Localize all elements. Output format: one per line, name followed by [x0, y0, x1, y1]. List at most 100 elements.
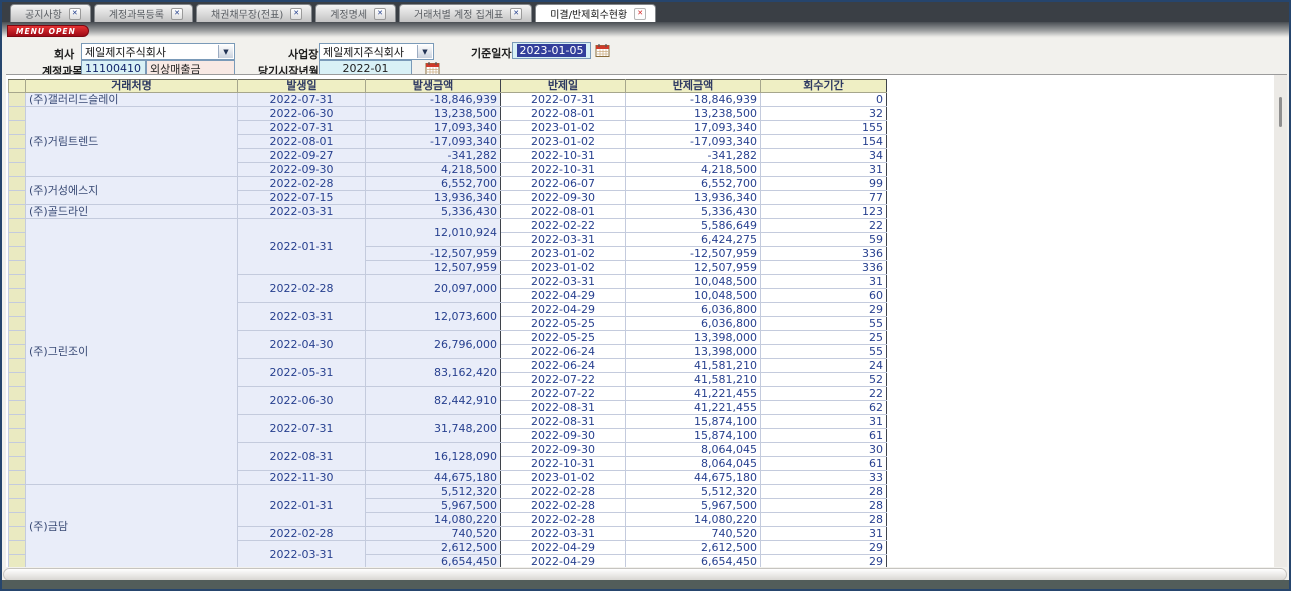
- collect-days-cell[interactable]: 24: [761, 359, 887, 373]
- settle-amount-cell[interactable]: 13,398,000: [626, 345, 761, 359]
- settle-date-cell[interactable]: 2022-06-07: [501, 177, 626, 191]
- collect-days-cell[interactable]: 31: [761, 415, 887, 429]
- settle-date-cell[interactable]: 2022-08-01: [501, 205, 626, 219]
- settle-amount-cell[interactable]: 15,874,100: [626, 415, 761, 429]
- settle-date-cell[interactable]: 2022-04-29: [501, 303, 626, 317]
- settle-amount-cell[interactable]: 41,581,210: [626, 373, 761, 387]
- occur-amount-cell[interactable]: 2,612,500: [366, 541, 501, 555]
- occur-date-cell[interactable]: 2022-02-28: [238, 275, 366, 303]
- vertical-scrollbar[interactable]: [1274, 74, 1287, 567]
- occur-date-cell[interactable]: 2022-07-31: [238, 121, 366, 135]
- row-header-cell[interactable]: [9, 261, 26, 275]
- settle-date-cell[interactable]: 2022-10-31: [501, 149, 626, 163]
- customer-name-cell[interactable]: (주)그린조이: [26, 219, 238, 485]
- chevron-down-icon[interactable]: ▼: [417, 45, 432, 58]
- occur-amount-cell[interactable]: -341,282: [366, 149, 501, 163]
- customer-name-cell[interactable]: (주)갤러리드슬레이: [26, 93, 238, 107]
- collect-days-cell[interactable]: 29: [761, 541, 887, 555]
- occur-date-cell[interactable]: 2022-08-01: [238, 135, 366, 149]
- occur-date-cell[interactable]: 2022-07-31: [238, 415, 366, 443]
- settle-date-cell[interactable]: 2022-10-31: [501, 163, 626, 177]
- settle-amount-cell[interactable]: 6,552,700: [626, 177, 761, 191]
- collect-days-cell[interactable]: 61: [761, 457, 887, 471]
- row-header-cell[interactable]: [9, 93, 26, 107]
- row-header-cell[interactable]: [9, 513, 26, 527]
- row-header-cell[interactable]: [9, 527, 26, 541]
- row-header-cell[interactable]: [9, 471, 26, 485]
- settle-date-cell[interactable]: 2022-06-24: [501, 359, 626, 373]
- calendar-icon[interactable]: [595, 43, 610, 58]
- collect-days-cell[interactable]: 32: [761, 107, 887, 121]
- collect-days-cell[interactable]: 28: [761, 513, 887, 527]
- settle-amount-cell[interactable]: 13,238,500: [626, 107, 761, 121]
- settle-amount-cell[interactable]: -18,846,939: [626, 93, 761, 107]
- settle-date-cell[interactable]: 2022-10-31: [501, 457, 626, 471]
- occur-amount-cell[interactable]: 20,097,000: [366, 275, 501, 303]
- occur-amount-cell[interactable]: 6,654,450: [366, 555, 501, 568]
- settle-amount-cell[interactable]: -12,507,959: [626, 247, 761, 261]
- settle-amount-cell[interactable]: -341,282: [626, 149, 761, 163]
- row-header-cell[interactable]: [9, 457, 26, 471]
- occur-amount-cell[interactable]: 6,552,700: [366, 177, 501, 191]
- settle-date-cell[interactable]: 2022-08-01: [501, 107, 626, 121]
- row-header-cell[interactable]: [9, 373, 26, 387]
- row-header-cell[interactable]: [9, 135, 26, 149]
- collect-days-cell[interactable]: 336: [761, 247, 887, 261]
- settle-date-cell[interactable]: 2022-02-28: [501, 513, 626, 527]
- occur-amount-cell[interactable]: 13,936,340: [366, 191, 501, 205]
- settle-amount-cell[interactable]: 41,581,210: [626, 359, 761, 373]
- occur-date-cell[interactable]: 2022-07-31: [238, 93, 366, 107]
- collect-days-cell[interactable]: 28: [761, 485, 887, 499]
- collect-days-cell[interactable]: 25: [761, 331, 887, 345]
- occur-amount-cell[interactable]: 82,442,910: [366, 387, 501, 415]
- collect-days-cell[interactable]: 55: [761, 317, 887, 331]
- row-header-cell[interactable]: [9, 359, 26, 373]
- settle-amount-cell[interactable]: 6,654,450: [626, 555, 761, 568]
- settle-date-cell[interactable]: 2023-01-02: [501, 261, 626, 275]
- site-select[interactable]: 제일제지주식회사 ▼: [319, 43, 434, 60]
- row-header-cell[interactable]: [9, 429, 26, 443]
- settle-date-cell[interactable]: 2022-07-22: [501, 387, 626, 401]
- settle-date-cell[interactable]: 2022-03-31: [501, 233, 626, 247]
- occur-date-cell[interactable]: 2022-08-31: [238, 443, 366, 471]
- collect-days-cell[interactable]: 77: [761, 191, 887, 205]
- occur-amount-cell[interactable]: 17,093,340: [366, 121, 501, 135]
- row-header-cell[interactable]: [9, 387, 26, 401]
- collect-days-cell[interactable]: 22: [761, 387, 887, 401]
- collect-days-cell[interactable]: 61: [761, 429, 887, 443]
- settle-date-cell[interactable]: 2022-06-24: [501, 345, 626, 359]
- settle-amount-cell[interactable]: 13,936,340: [626, 191, 761, 205]
- occur-amount-cell[interactable]: 31,748,200: [366, 415, 501, 443]
- settle-date-cell[interactable]: 2022-04-29: [501, 289, 626, 303]
- row-header-cell[interactable]: [9, 555, 26, 568]
- row-header-cell[interactable]: [9, 499, 26, 513]
- row-header-cell[interactable]: [9, 163, 26, 177]
- row-header-cell[interactable]: [9, 303, 26, 317]
- row-header-cell[interactable]: [9, 275, 26, 289]
- row-header-cell[interactable]: [9, 289, 26, 303]
- collect-days-cell[interactable]: 29: [761, 303, 887, 317]
- occur-date-cell[interactable]: 2022-09-30: [238, 163, 366, 177]
- chevron-down-icon[interactable]: ▼: [218, 45, 233, 58]
- row-header-cell[interactable]: [9, 443, 26, 457]
- occur-date-cell[interactable]: 2022-05-31: [238, 359, 366, 387]
- settle-date-cell[interactable]: 2023-01-02: [501, 471, 626, 485]
- collect-days-cell[interactable]: 28: [761, 499, 887, 513]
- tab-0[interactable]: 공지사항✕: [10, 4, 91, 22]
- row-header-cell[interactable]: [9, 331, 26, 345]
- row-header-cell[interactable]: [9, 541, 26, 555]
- tab-close-icon[interactable]: ✕: [634, 8, 646, 20]
- tab-close-icon[interactable]: ✕: [290, 8, 302, 20]
- collect-days-cell[interactable]: 336: [761, 261, 887, 275]
- row-header-cell[interactable]: [9, 415, 26, 429]
- collect-days-cell[interactable]: 30: [761, 443, 887, 457]
- settle-date-cell[interactable]: 2022-02-22: [501, 219, 626, 233]
- occur-amount-cell[interactable]: 12,073,600: [366, 303, 501, 331]
- collect-days-cell[interactable]: 60: [761, 289, 887, 303]
- row-header-cell[interactable]: [9, 233, 26, 247]
- collect-days-cell[interactable]: 59: [761, 233, 887, 247]
- header-cell[interactable]: 발생금액: [366, 80, 501, 93]
- occur-amount-cell[interactable]: 12,010,924: [366, 219, 501, 247]
- occur-date-cell[interactable]: 2022-04-30: [238, 331, 366, 359]
- collect-days-cell[interactable]: 31: [761, 527, 887, 541]
